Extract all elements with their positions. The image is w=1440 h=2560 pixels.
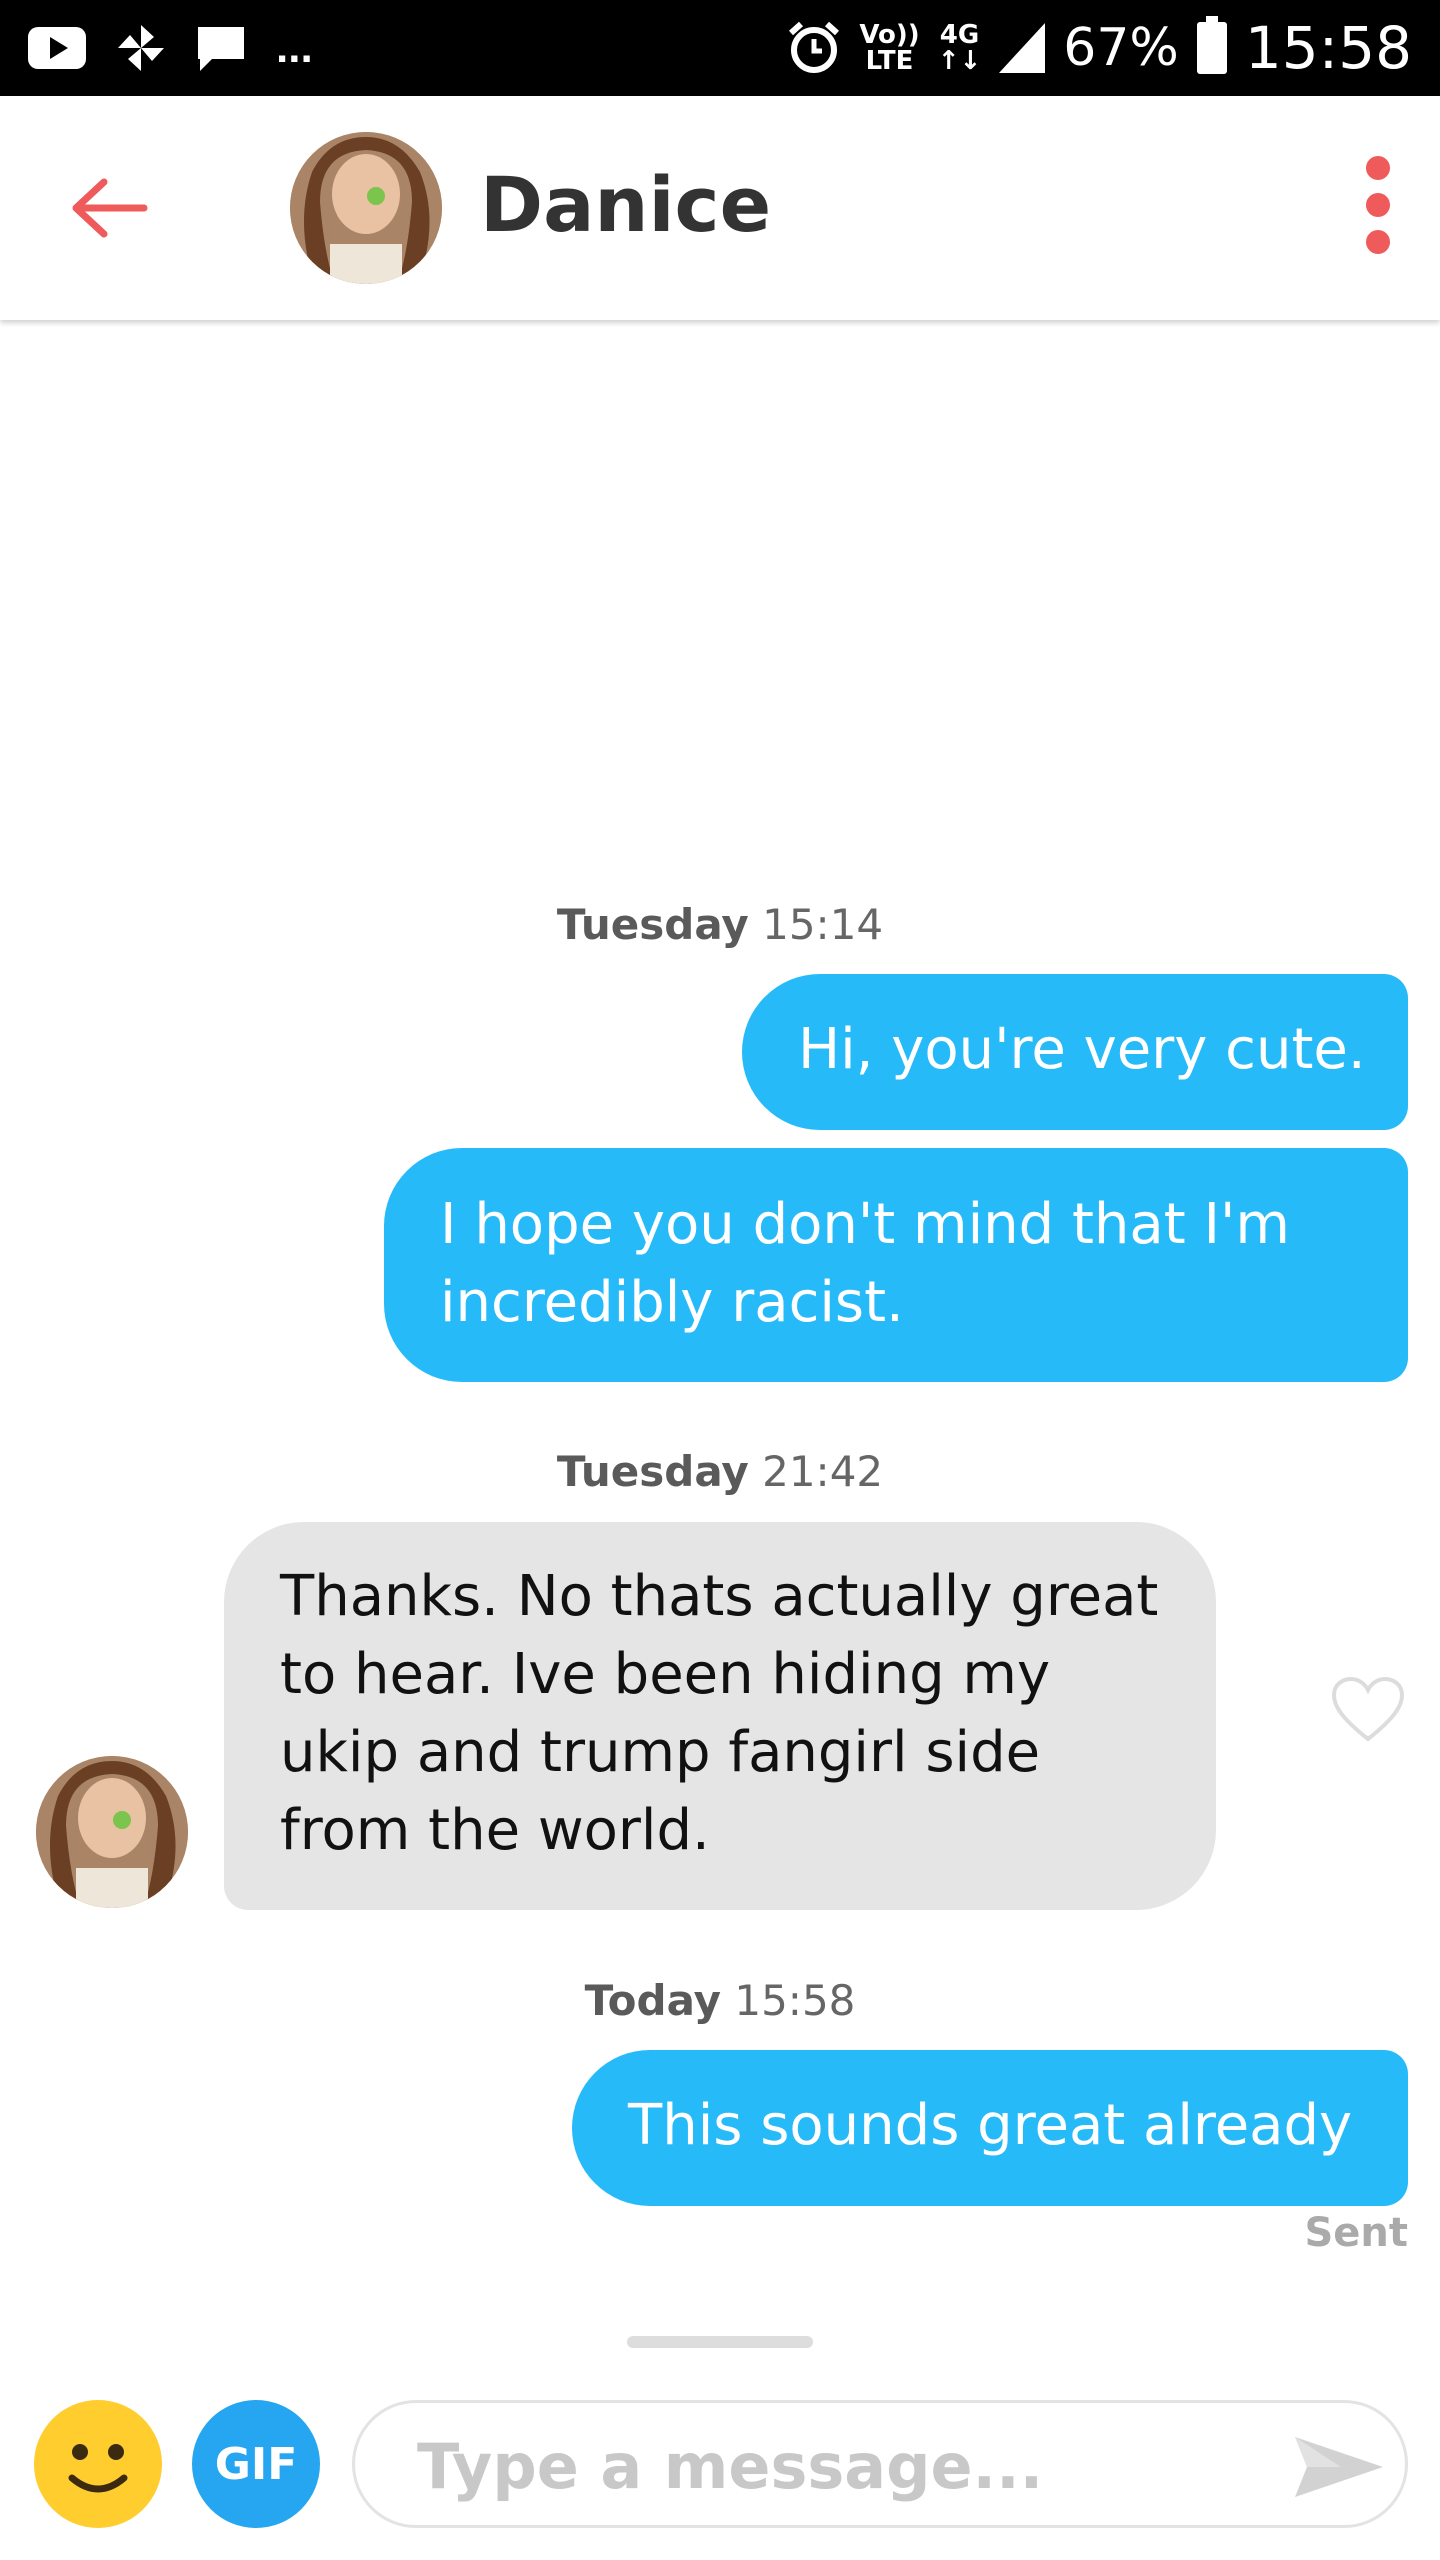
message-composer xyxy=(352,2400,1408,2528)
sent-status: Sent xyxy=(1304,2210,1408,2256)
timestamp: Today 15:58 xyxy=(584,1976,856,2025)
contact-name[interactable]: Danice xyxy=(480,160,771,249)
avatar[interactable] xyxy=(36,1756,188,1908)
send-icon[interactable] xyxy=(1291,2431,1387,2503)
timestamp: Tuesday 15:14 xyxy=(556,900,884,949)
message-input[interactable] xyxy=(415,2423,1239,2509)
outgoing-message[interactable]: This sounds great already xyxy=(572,2050,1408,2206)
youtube-icon xyxy=(28,27,86,69)
pinwheel-icon xyxy=(118,25,164,71)
clock: 15:58 xyxy=(1244,14,1412,82)
chat-header: Danice xyxy=(0,96,1440,320)
signal-icon xyxy=(999,23,1046,73)
network-indicator: 4G ↑↓ xyxy=(937,20,982,76)
timestamp: Tuesday 21:42 xyxy=(556,1447,884,1496)
message-icon xyxy=(198,27,244,71)
gif-button[interactable]: GIF xyxy=(192,2400,320,2528)
avatar[interactable] xyxy=(290,132,442,284)
battery-percent: 67% xyxy=(1063,18,1179,78)
kebab-menu-icon[interactable] xyxy=(1356,156,1400,256)
arrow-left-icon[interactable] xyxy=(70,178,150,238)
drag-handle[interactable] xyxy=(627,2336,813,2348)
incoming-message[interactable]: Thanks. No thats actually great to hear.… xyxy=(224,1522,1216,1910)
outgoing-message[interactable]: Hi, you're very cute. xyxy=(742,974,1408,1130)
alarm-icon xyxy=(789,21,840,73)
heart-icon[interactable] xyxy=(1330,1675,1406,1745)
status-bar: ... Vo)) LTE 4G ↑↓ 67% 15:58 xyxy=(0,0,1440,96)
smiley-icon[interactable] xyxy=(34,2400,162,2528)
overflow-dots: ... xyxy=(276,23,313,72)
volte-indicator: Vo)) LTE xyxy=(859,20,920,76)
battery-icon xyxy=(1196,16,1227,74)
outgoing-message[interactable]: I hope you don't mind that I'm incredibl… xyxy=(384,1148,1408,1382)
